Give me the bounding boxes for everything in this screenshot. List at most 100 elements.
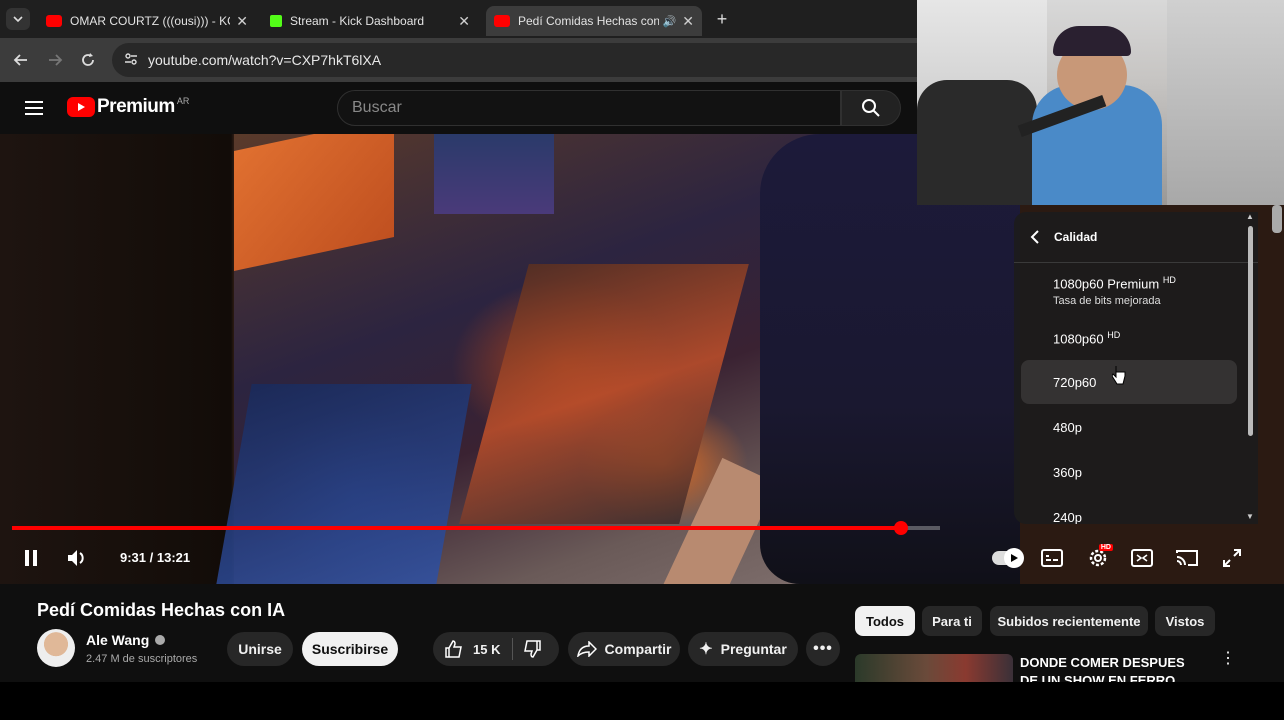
hd-badge: HD [1162, 275, 1176, 286]
tab-title: Pedí Comidas Hechas con I [518, 14, 659, 28]
youtube-icon [494, 15, 510, 27]
chip-vistos[interactable]: Vistos [1155, 606, 1215, 636]
close-tab-icon[interactable]: ✕ [458, 13, 470, 30]
quality-option-label: 1080p60 Premium [1053, 276, 1160, 292]
more-horizontal-icon: ••• [813, 640, 833, 657]
browser-tab-active[interactable]: Pedí Comidas Hechas con I 🔊 ✕ [486, 6, 702, 36]
more-vertical-icon[interactable]: ⋮ [1220, 651, 1236, 667]
quality-option-label: 720p60 [1053, 374, 1097, 390]
video-title: Pedí Comidas Hechas con IA [37, 600, 286, 620]
chip-todos[interactable]: Todos [855, 606, 915, 636]
tab-title: OMAR COURTZ (((ousi))) - KOK [70, 14, 231, 28]
back-arrow-icon[interactable] [10, 49, 32, 71]
pause-button[interactable] [16, 544, 46, 572]
autoplay-toggle[interactable] [990, 546, 1024, 570]
subtitles-button[interactable] [1038, 544, 1066, 572]
quality-menu-header[interactable]: Calidad [1014, 212, 1258, 263]
chevron-left-icon[interactable] [1030, 230, 1040, 244]
settings-button[interactable]: HD [1083, 544, 1113, 572]
quality-option-sublabel: Tasa de bits mejorada [1053, 294, 1161, 307]
channel-avatar[interactable] [37, 629, 75, 667]
quality-option[interactable]: 1080p60 HD [1021, 316, 1237, 360]
hd-badge: HD [1107, 329, 1121, 340]
browser-tab[interactable]: Stream - Kick Dashboard ✕ [262, 6, 478, 36]
like-count: 15 K [473, 641, 501, 657]
like-dislike-group: 15 K [433, 632, 559, 666]
join-button[interactable]: Unirse [227, 632, 293, 666]
bottom-bar [0, 682, 1284, 720]
dislike-button[interactable] [513, 640, 542, 658]
next-video-title[interactable]: DONDE COMER DESPUES DE UN SHOW EN FERRO [1020, 654, 1206, 682]
cast-button[interactable] [1173, 544, 1201, 572]
progress-scrubber[interactable] [894, 521, 909, 535]
thumbs-down-icon [524, 640, 542, 658]
scroll-up-arrow-icon[interactable]: ▲ [1246, 212, 1254, 221]
webcam-overlay [917, 0, 1284, 205]
mouse-cursor-icon [1112, 366, 1126, 385]
miniplayer-icon [1131, 549, 1153, 567]
youtube-logo-icon [67, 97, 95, 117]
tab-title: Stream - Kick Dashboard [290, 14, 425, 28]
quality-menu-scrollbar[interactable] [1248, 226, 1253, 436]
progress-bar-played [12, 526, 902, 530]
progress-bar[interactable] [12, 521, 940, 535]
more-actions-button[interactable]: ••• [806, 632, 840, 666]
quality-menu-title: Calidad [1054, 230, 1098, 244]
quality-option-highlighted[interactable]: 720p60 [1021, 360, 1237, 404]
tab-search-button[interactable] [6, 8, 30, 30]
miniplayer-button[interactable] [1128, 544, 1156, 572]
ask-button[interactable]: ✦ Preguntar [688, 632, 798, 666]
share-button[interactable]: Compartir [568, 632, 680, 666]
menu-icon[interactable] [22, 96, 46, 120]
quality-option-label: 240p [1053, 509, 1082, 525]
quality-option-label: 1080p60 [1053, 331, 1104, 347]
address-bar[interactable]: youtube.com/watch?v=CXP7hkT6lXA [112, 43, 917, 77]
quality-option[interactable]: 360p [1021, 450, 1237, 494]
fullscreen-icon [1223, 549, 1241, 567]
reload-icon[interactable] [77, 49, 99, 71]
search-button[interactable] [841, 90, 901, 126]
close-tab-icon[interactable]: ✕ [682, 13, 694, 30]
site-info-icon[interactable] [124, 52, 138, 69]
quality-option[interactable]: 1080p60 Premium HD Tasa de bits mejorada [1021, 268, 1237, 314]
share-label: Compartir [604, 641, 672, 657]
quality-option-label: 360p [1053, 464, 1082, 480]
pause-icon [25, 550, 37, 566]
search-icon [862, 99, 880, 117]
quality-option-label: 480p [1053, 419, 1082, 435]
subtitles-icon [1041, 549, 1063, 567]
subscriber-count: 2.47 M de suscriptores [86, 653, 198, 665]
scroll-down-arrow-icon[interactable]: ▼ [1246, 512, 1254, 521]
new-tab-button[interactable]: + [710, 8, 734, 30]
ask-label: Preguntar [720, 641, 787, 657]
fullscreen-button[interactable] [1218, 544, 1246, 572]
quality-menu: Calidad 1080p60 Premium HD Tasa de bits … [1014, 212, 1258, 524]
close-tab-icon[interactable]: ✕ [236, 13, 248, 30]
browser-tab[interactable]: OMAR COURTZ (((ousi))) - KOK ✕ [38, 6, 256, 36]
like-button[interactable]: 15 K [433, 640, 500, 658]
time-display: 9:31 / 13:21 [120, 550, 191, 565]
speaker-icon[interactable]: 🔊 [663, 15, 677, 28]
logo-text: Premium [97, 96, 175, 117]
chip-subidos-recientemente[interactable]: Subidos recientemente [990, 606, 1148, 636]
url-text: youtube.com/watch?v=CXP7hkT6lXA [148, 52, 382, 68]
quality-option[interactable]: 240p [1021, 495, 1237, 525]
kick-icon [270, 15, 282, 27]
channel-name[interactable]: Ale Wang [86, 632, 166, 648]
search-input[interactable]: Buscar [337, 90, 841, 126]
page-scrollbar[interactable] [1272, 205, 1282, 233]
browser-tab-bar: OMAR COURTZ (((ousi))) - KOK ✕ Stream - … [0, 0, 917, 38]
sparkle-icon: ✦ [699, 641, 713, 658]
verified-icon [155, 635, 166, 645]
youtube-premium-logo[interactable]: Premium AR [67, 96, 189, 118]
forward-arrow-icon[interactable] [44, 49, 66, 71]
subscribe-button[interactable]: Suscribirse [302, 632, 398, 666]
channel-name-text: Ale Wang [86, 632, 150, 648]
region-code: AR [176, 96, 190, 106]
quality-option[interactable]: 480p [1021, 405, 1237, 449]
chip-para-ti[interactable]: Para ti [922, 606, 982, 636]
youtube-icon [46, 15, 62, 27]
volume-button[interactable] [62, 544, 92, 572]
browser-toolbar: youtube.com/watch?v=CXP7hkT6lXA [0, 38, 917, 82]
next-video-thumbnail[interactable] [855, 654, 1013, 682]
